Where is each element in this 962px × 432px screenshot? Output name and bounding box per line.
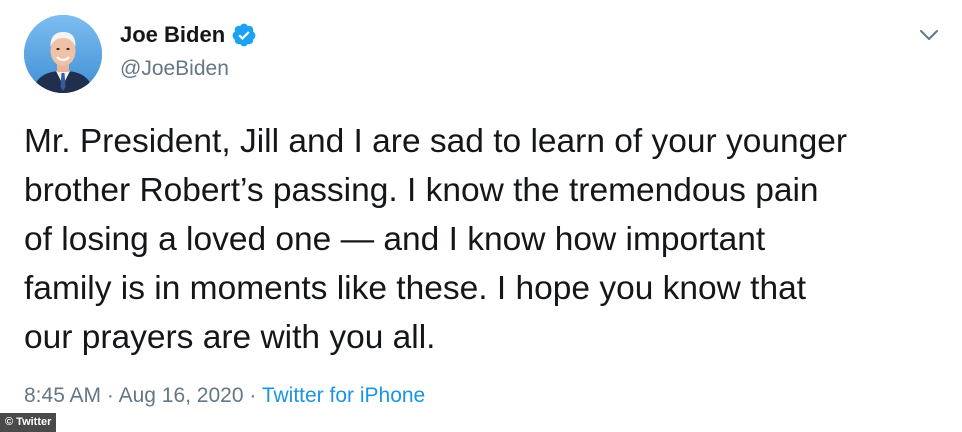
tweet-text: Mr. President, Jill and I are sad to lea… bbox=[24, 117, 944, 362]
tweet-time[interactable]: 8:45 AM bbox=[24, 384, 101, 407]
author-handle[interactable]: @JoeBiden bbox=[120, 56, 229, 82]
author-display-name[interactable]: Joe Biden bbox=[120, 22, 225, 48]
author-avatar[interactable] bbox=[24, 15, 102, 93]
tweet-text-line: family is in moments like these. I hope … bbox=[24, 270, 807, 307]
image-credit: © Twitter bbox=[0, 413, 57, 432]
chevron-down-icon[interactable] bbox=[916, 22, 942, 48]
author-name-row: Joe Biden bbox=[120, 22, 257, 48]
meta-separator: · bbox=[101, 384, 119, 407]
tweet-meta: 8:45 AM · Aug 16, 2020 · Twitter for iPh… bbox=[24, 383, 425, 409]
meta-separator: · bbox=[243, 384, 262, 407]
tweet-source-link[interactable]: Twitter for iPhone bbox=[262, 384, 425, 407]
verified-badge-icon bbox=[231, 22, 257, 48]
tweet-text-line: our prayers are with you all. bbox=[24, 319, 436, 356]
tweet-text-line: of losing a loved one — and I know how i… bbox=[24, 221, 766, 258]
avatar-photo-icon bbox=[24, 15, 102, 93]
tweet-text-line: Mr. President, Jill and I are sad to lea… bbox=[24, 123, 848, 160]
tweet-date[interactable]: Aug 16, 2020 bbox=[119, 384, 244, 407]
tweet-text-line: brother Robert’s passing. I know the tre… bbox=[24, 172, 819, 209]
tweet-card: Joe Biden @JoeBiden Mr. President, Jill … bbox=[0, 0, 962, 432]
